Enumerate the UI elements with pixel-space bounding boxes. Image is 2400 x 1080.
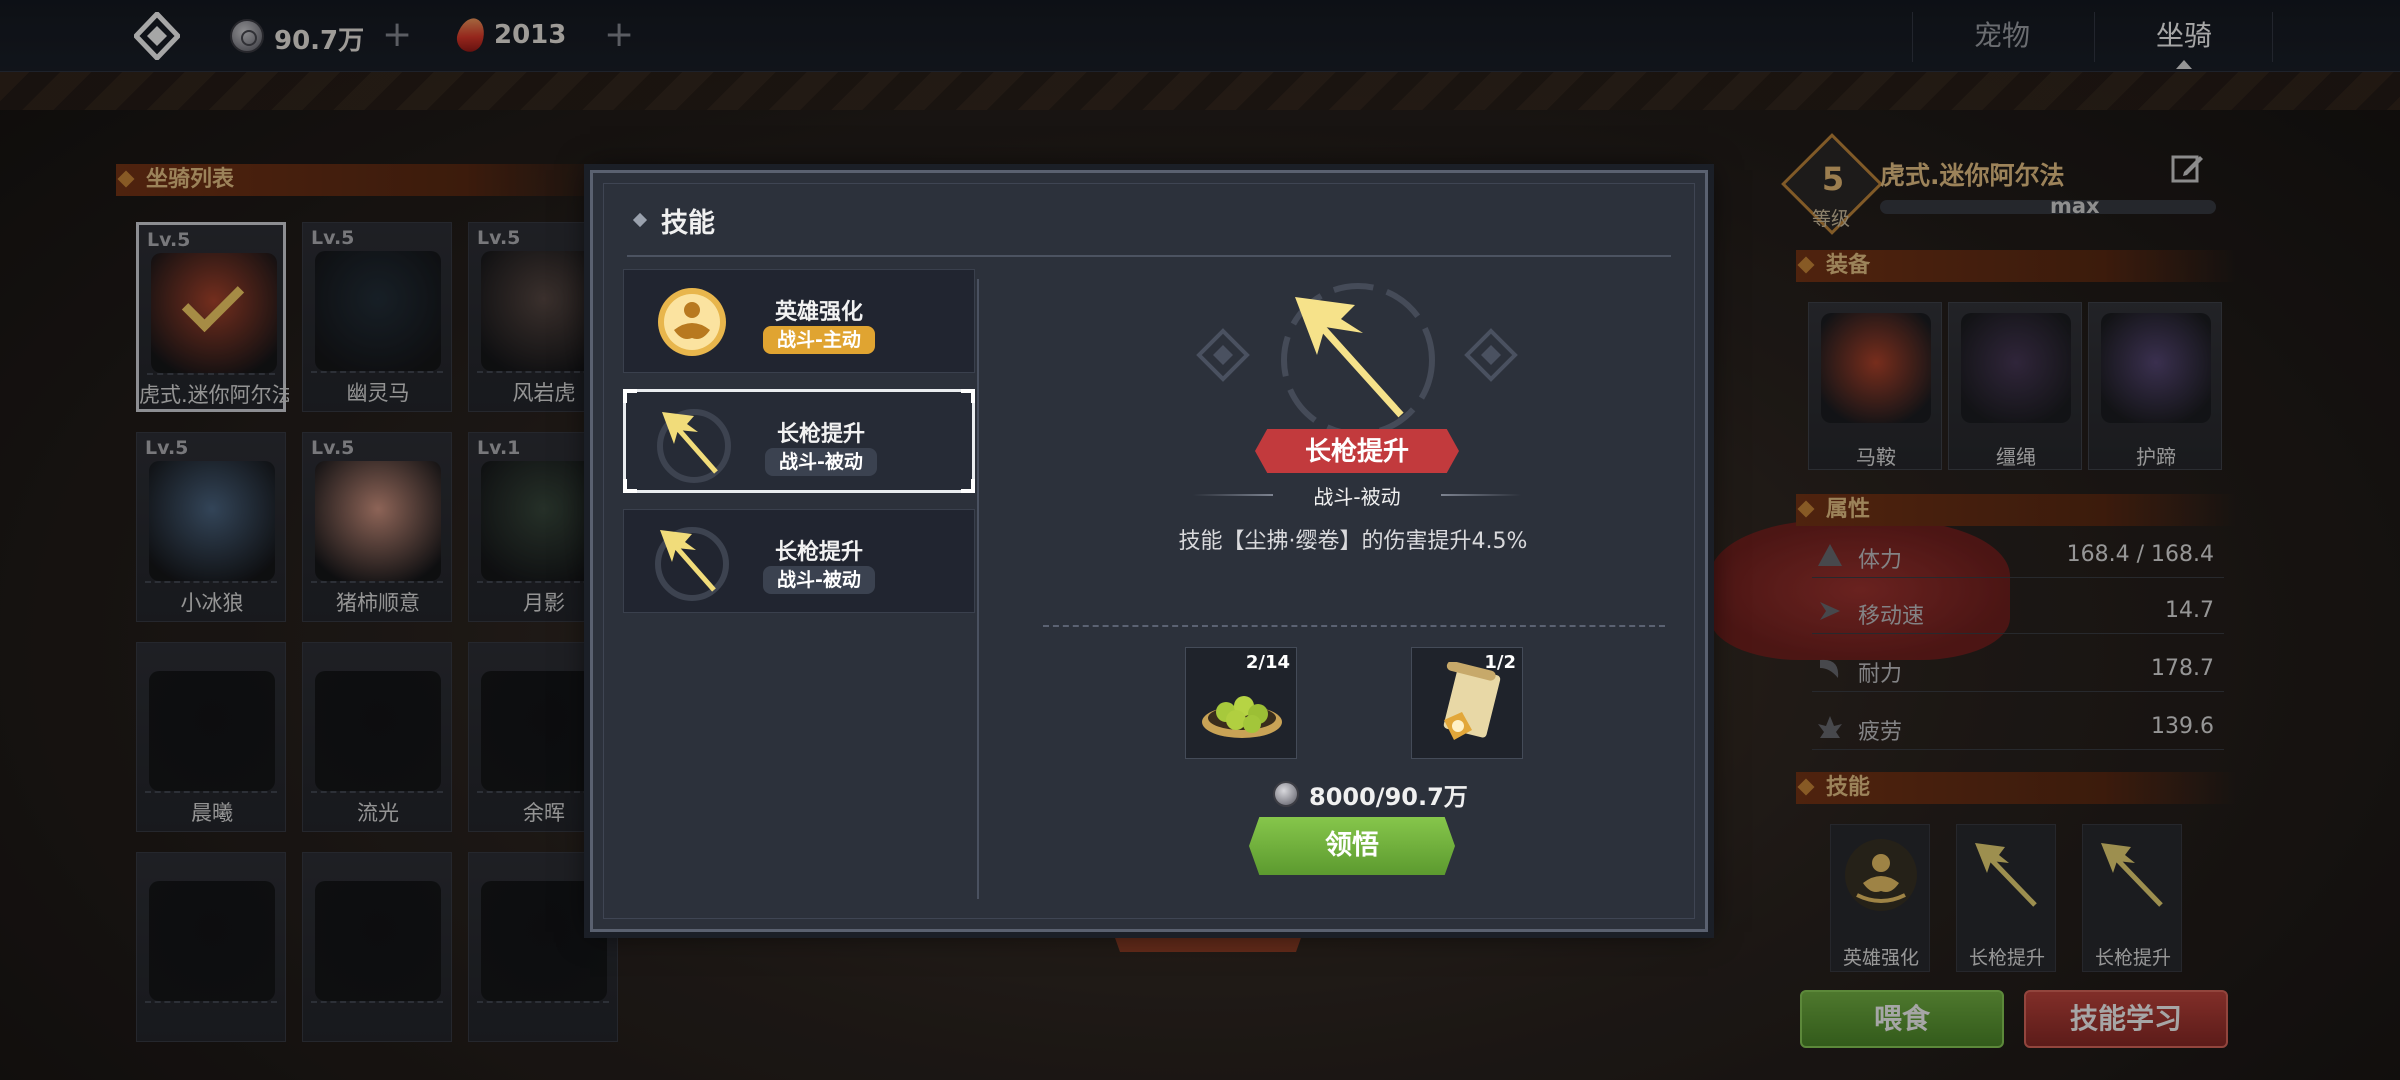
skill-type-tag: 战斗-主动 — [763, 326, 875, 354]
selection-corner — [623, 479, 637, 493]
skill-name: 长枪提升 — [774, 540, 863, 565]
skill-scroll-icon — [1443, 662, 1501, 740]
material-slot-fruit[interactable]: 2/14 — [1185, 647, 1297, 759]
hero-buff-icon — [658, 288, 726, 356]
skill-name: 英雄强化 — [774, 300, 863, 325]
column-divider — [977, 279, 979, 899]
skill-list-item[interactable]: 长枪提升 战斗-被动 — [623, 509, 975, 613]
modal-title: 技能 — [661, 208, 715, 239]
skill-description: 技能【尘拂·缨卷】的伤害提升4.5% — [1178, 529, 1528, 554]
spear-icon — [655, 527, 729, 601]
material-count: 2/14 — [1245, 652, 1290, 673]
green-fruit-plate-icon — [1202, 696, 1282, 738]
skill-modal: 技能 英雄强化 战斗-主动 长枪提升 战斗-被动 长枪提升 战斗-被动 长枪提升… — [590, 170, 1708, 932]
right-ornament-icon — [1464, 328, 1518, 382]
comprehend-button[interactable]: 领悟 — [1249, 817, 1455, 875]
left-ornament-icon — [1196, 328, 1250, 382]
skill-type-tag: 战斗-被动 — [765, 448, 877, 476]
skill-name: 长枪提升 — [776, 422, 865, 447]
type-divider — [1441, 494, 1521, 496]
skill-list-item-selected[interactable]: 长枪提升 战斗-被动 — [623, 389, 975, 493]
material-count: 1/2 — [1484, 652, 1516, 673]
silver-coin-icon — [1273, 781, 1299, 807]
title-divider — [627, 255, 1671, 257]
selected-skill-type: 战斗-被动 — [1313, 485, 1401, 509]
silver-cost: 8000/90.7万 — [1309, 783, 1468, 811]
spear-icon — [657, 409, 731, 483]
selected-skill-name: 长枪提升 — [1304, 437, 1409, 467]
skill-list-item[interactable]: 英雄强化 战斗-主动 — [623, 269, 975, 373]
selection-corner — [961, 479, 975, 493]
skill-type-tag: 战斗-被动 — [763, 566, 875, 594]
selection-corner — [623, 389, 637, 403]
detail-divider — [1043, 625, 1665, 627]
material-slot-scroll[interactable]: 1/2 — [1411, 647, 1523, 759]
selection-corner — [961, 389, 975, 403]
spear-skill-large-icon — [1281, 283, 1435, 437]
